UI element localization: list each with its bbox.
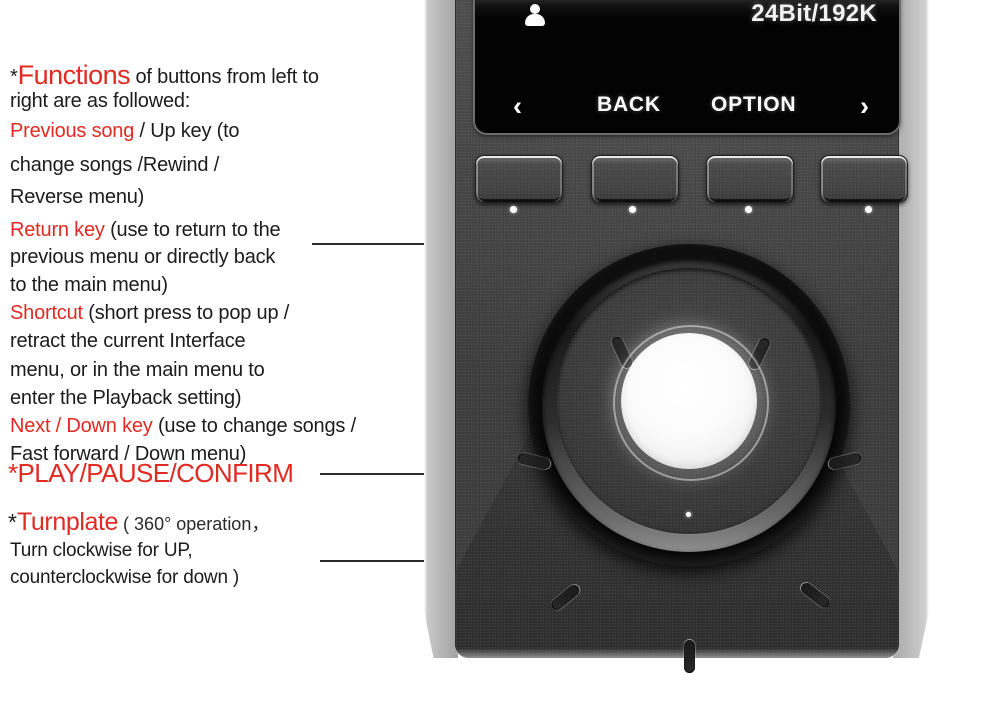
heading-asterisk: *: [10, 66, 18, 88]
device-screen[interactable]: 24Bit/192K ‹ BACK OPTION ›: [475, 0, 899, 133]
annotation-previous-song-line1: Previous song / Up key (to: [10, 118, 240, 144]
button-indicator-dot: [510, 206, 517, 213]
screen-nav-bar: ‹ BACK OPTION ›: [475, 89, 899, 123]
turnplate-inner-disc[interactable]: [516, 268, 862, 673]
turnplate-label: Turnplate: [16, 508, 119, 536]
annotation-play-pause-confirm: *PLAY/PAUSE/CONFIRM: [8, 458, 294, 488]
base-bottom-highlight: [455, 648, 899, 658]
button-indicator-dot: [629, 206, 636, 213]
heading-rest: of buttons from left to: [130, 66, 319, 88]
annotation-turnplate-line3: counterclockwise for down ): [10, 567, 240, 588]
previous-song-button[interactable]: [475, 155, 563, 203]
button-indicator-dot: [865, 206, 872, 213]
shortcut-label: Shortcut: [10, 302, 83, 324]
button-texture: [707, 156, 793, 202]
turnplate-indicator-dot: [686, 512, 691, 517]
return-key-label: Return key: [10, 219, 105, 241]
annotation-shortcut-line2: retract the current Interface: [10, 330, 246, 352]
annotation-turnplate-line2: Turn clockwise for UP,: [10, 540, 193, 561]
heading-keyword: Functions: [17, 60, 131, 90]
screen-label-back[interactable]: BACK: [597, 93, 661, 117]
button-texture: [592, 156, 678, 202]
annotation-previous-song-line2: change songs /Rewind /: [10, 154, 220, 176]
screen-label-option[interactable]: OPTION: [711, 93, 796, 117]
annotation-return-key-line2: previous menu or directly back: [10, 246, 276, 268]
annotation-heading-line1: *Functions of buttons from left to: [10, 62, 319, 90]
shortcut-text-1: (short press to pop up /: [82, 302, 290, 324]
turnplate-text-1: ( 360° operation，: [118, 514, 270, 534]
audio-player-device: 24Bit/192K ‹ BACK OPTION ›: [424, 0, 929, 673]
button-texture: [476, 156, 562, 202]
annotation-return-key-line1: Return key (use to return to the: [10, 217, 281, 243]
button-texture: [821, 156, 907, 202]
annotation-shortcut-line1: Shortcut (short press to pop up /: [10, 300, 289, 326]
screen-status-bar: 24Bit/192K: [475, 0, 899, 30]
device-left-bevel: [424, 0, 458, 658]
annotation-previous-song-line3: Reverse menu): [10, 186, 145, 208]
user-icon-body: [525, 14, 545, 26]
annotation-shortcut-line3: menu, or in the main menu to: [10, 359, 265, 381]
shortcut-button[interactable]: [706, 155, 794, 203]
chevron-left-icon[interactable]: ‹: [513, 91, 522, 121]
turnplate-slot: [683, 640, 695, 673]
button-indicator-dot: [745, 206, 752, 213]
turnplate-asterisk: *: [8, 509, 17, 535]
chevron-right-icon[interactable]: ›: [860, 91, 869, 121]
screenshot-root: *Functions of buttons from left to right…: [0, 0, 1000, 727]
annotation-return-key-line3: to the main menu): [10, 274, 168, 296]
annotation-shortcut-line4: enter the Playback setting): [10, 387, 242, 409]
annotation-next-down-line1: Next / Down key (use to change songs /: [10, 413, 356, 439]
bitrate-label: 24Bit/192K: [751, 0, 877, 27]
next-down-key-label: Next / Down key: [10, 415, 153, 437]
user-icon: [525, 4, 545, 26]
play-pause-confirm-button[interactable]: [621, 333, 757, 469]
annotation-heading-line2: right are as followed:: [10, 90, 191, 112]
turnplate[interactable]: [516, 244, 862, 673]
return-key-button[interactable]: [591, 155, 679, 203]
annotation-turnplate-line1: *Turnplate ( 360° operation，: [8, 508, 269, 537]
next-down-text-1: (use to change songs /: [152, 415, 356, 437]
return-key-text-1: (use to return to the: [104, 219, 281, 241]
next-down-key-button[interactable]: [820, 155, 908, 203]
previous-song-text-1: / Up key (to: [134, 120, 240, 142]
user-icon-head: [530, 4, 540, 14]
previous-song-label: Previous song: [10, 120, 135, 142]
